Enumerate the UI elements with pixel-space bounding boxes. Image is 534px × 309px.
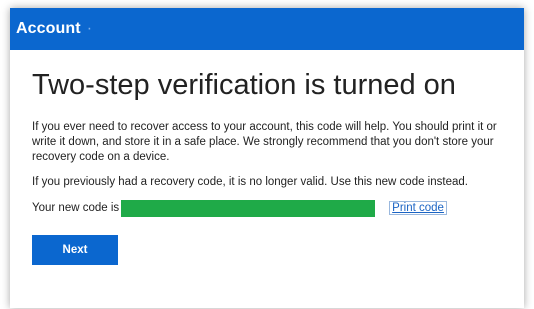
previous-code-info-text: If you previously had a recovery code, i… <box>32 175 468 188</box>
next-button[interactable]: Next <box>32 234 118 265</box>
account-window: Account · Two-step verification is turne… <box>10 8 524 308</box>
page: Account · Two-step verification is turne… <box>0 0 534 309</box>
main-content: Two-step verification is turned on If yo… <box>10 50 524 265</box>
redacted-code <box>121 199 376 217</box>
top-bar: Account · <box>10 8 524 50</box>
print-code-link[interactable]: Print code <box>389 201 447 216</box>
code-label: Your new code is <box>32 202 120 215</box>
code-row: Your new code is Print code <box>32 199 502 217</box>
title-divider: · <box>86 20 93 37</box>
recovery-info-text: If you ever need to recover access to yo… <box>32 120 497 163</box>
page-title: Two-step verification is turned on <box>32 69 456 101</box>
app-title[interactable]: Account <box>16 20 81 38</box>
